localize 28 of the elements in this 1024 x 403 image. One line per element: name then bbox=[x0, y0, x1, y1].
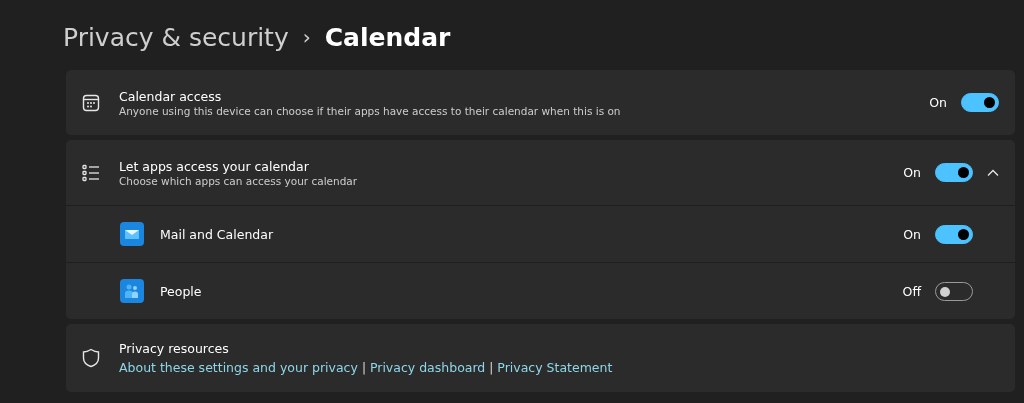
setting-title: Let apps access your calendar bbox=[119, 158, 310, 174]
list-icon bbox=[82, 163, 100, 182]
toggle-switch[interactable] bbox=[935, 224, 973, 244]
envelope-icon bbox=[120, 222, 144, 246]
chevron-icon[interactable] bbox=[987, 168, 999, 177]
setting-description: Anyone using this device can choose if their apps have access to their calendar when this is on bbox=[119, 104, 622, 117]
breadcrumb-link[interactable]: Privacy & security bbox=[63, 22, 289, 52]
link-separator: | bbox=[361, 361, 366, 375]
setting-title: Calendar access bbox=[119, 88, 223, 104]
breadcrumb-separator: › bbox=[302, 25, 311, 49]
toggle-state-label: On bbox=[903, 226, 921, 242]
toggle-switch[interactable] bbox=[961, 93, 999, 112]
people-icon bbox=[120, 279, 144, 303]
setting-description: Choose which apps can access your calendar bbox=[119, 174, 359, 187]
shield-icon bbox=[82, 348, 100, 368]
privacy-link[interactable]: About these settings and your privacy bbox=[119, 360, 358, 375]
privacy-link[interactable]: Privacy Statement bbox=[497, 360, 613, 375]
app-name: Mail and Calendar bbox=[160, 226, 275, 242]
toggle-state-label: On bbox=[929, 95, 947, 110]
app-name: People bbox=[160, 283, 203, 299]
toggle-switch[interactable] bbox=[935, 163, 973, 182]
section-title: Privacy resources bbox=[119, 341, 230, 356]
toggle-state-label: Off bbox=[902, 283, 921, 299]
calendar-icon bbox=[82, 93, 100, 112]
toggle-state-label: On bbox=[903, 165, 921, 180]
link-separator: | bbox=[489, 361, 494, 375]
privacy-link[interactable]: Privacy dashboard bbox=[369, 360, 486, 375]
page-title: Calendar bbox=[324, 22, 451, 52]
